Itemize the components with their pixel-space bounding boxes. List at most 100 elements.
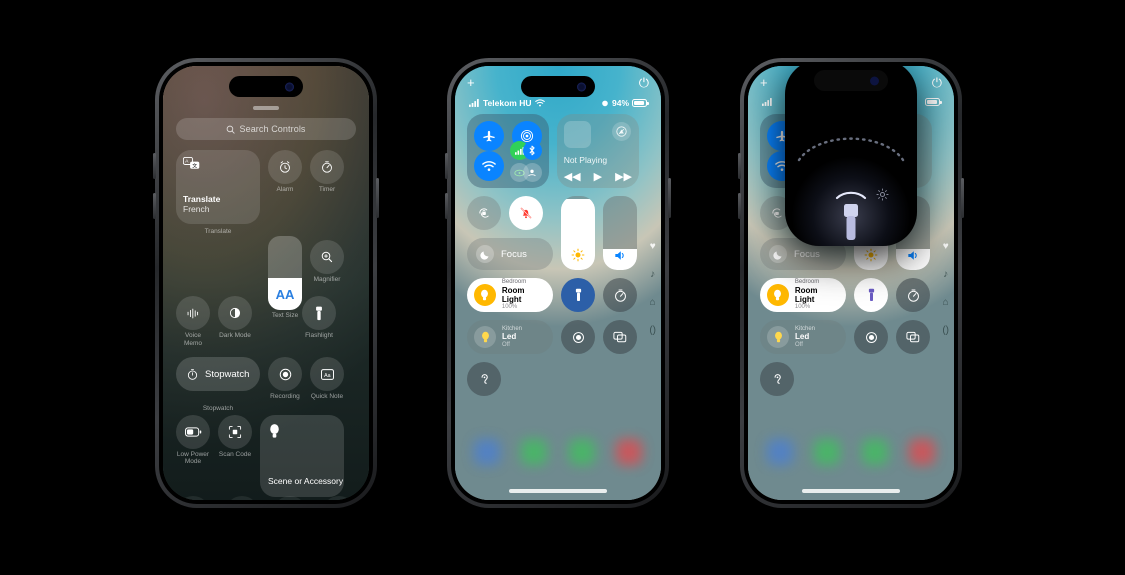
- heart-icon[interactable]: ♥: [650, 241, 656, 252]
- bottom-control-2[interactable]: [224, 496, 259, 500]
- stopwatch-label: Stopwatch: [205, 368, 250, 380]
- control-translate[interactable]: A 文 Translate French: [176, 150, 260, 224]
- bottom-control-3[interactable]: [273, 496, 308, 500]
- speaker-icon: [906, 249, 920, 265]
- home-accessory-kitchen[interactable]: Kitchen Led Off: [760, 320, 846, 354]
- airplane-mode-toggle[interactable]: [474, 121, 504, 151]
- hearing-tile[interactable]: [467, 362, 501, 396]
- screen-mirroring-tile[interactable]: [896, 320, 930, 354]
- rotation-lock-toggle[interactable]: [467, 196, 501, 230]
- home-indicator[interactable]: [509, 489, 607, 493]
- search-icon: [227, 125, 236, 134]
- bottom-control-4[interactable]: [321, 496, 356, 500]
- home-accessory-kitchen[interactable]: Kitchen Led Off: [467, 320, 553, 354]
- sheet-grabber[interactable]: [253, 106, 279, 110]
- next-track-button[interactable]: ▶▶: [615, 170, 632, 183]
- signal-bars-icon: [762, 98, 772, 106]
- media-module[interactable]: Not Playing ◀◀ ▶ ▶▶: [556, 114, 639, 188]
- bulb-icon: [474, 326, 496, 348]
- wifi-toggle[interactable]: [474, 151, 504, 181]
- play-button[interactable]: ▶: [594, 170, 602, 183]
- scan-code-icon: [228, 425, 242, 438]
- accessory-state: 100%: [501, 304, 518, 311]
- timer-tile[interactable]: [896, 278, 930, 312]
- control-label-recording: Recording: [270, 393, 300, 401]
- control-scan-code[interactable]: [218, 414, 252, 449]
- add-control-button[interactable]: +: [467, 75, 475, 91]
- translate-caption: Translate: [204, 228, 232, 235]
- control-recording[interactable]: [268, 357, 302, 392]
- control-magnifier[interactable]: [310, 240, 344, 274]
- bottom-control-1[interactable]: [176, 496, 210, 500]
- stopwatch-caption: Stopwatch: [202, 404, 234, 412]
- bulb-icon: [767, 326, 789, 348]
- flashlight-icon: [575, 288, 581, 301]
- home-accessory-bedroom[interactable]: Bedroom Room Light 100%: [760, 278, 846, 312]
- music-note-icon[interactable]: ♪: [943, 269, 948, 280]
- control-voice-memo[interactable]: [176, 296, 210, 331]
- cc-row-3: Bedroom Room Light 100%: [760, 278, 932, 312]
- album-art: [563, 121, 591, 148]
- flashlight-icon: [835, 191, 867, 240]
- dynamic-island: [814, 70, 888, 91]
- control-quick-note[interactable]: Aa: [310, 357, 344, 392]
- hotspot-toggle[interactable]: [522, 163, 542, 182]
- screen-mirroring-tile[interactable]: [603, 320, 637, 354]
- cc-row-5: [760, 362, 932, 396]
- timer-icon: [322, 161, 332, 173]
- flashlight-tile[interactable]: [854, 278, 888, 312]
- add-control-button[interactable]: +: [760, 75, 768, 91]
- accessory-name: Room Light: [501, 285, 525, 304]
- accessory-name: Led: [795, 332, 810, 342]
- phone-3-screen: + ⏻ Focus Bedroom Room Light 100% Kitche…: [748, 66, 954, 500]
- home-icon[interactable]: ⌂: [650, 297, 656, 308]
- control-flashlight[interactable]: [302, 296, 336, 331]
- bulb-icon: [474, 284, 496, 306]
- camera-tile[interactable]: [561, 320, 595, 354]
- home-icon[interactable]: ⌂: [943, 297, 949, 308]
- home-accessory-bedroom[interactable]: Bedroom Room Light 100%: [467, 278, 553, 312]
- hearing-tile[interactable]: [760, 362, 794, 396]
- timer-tile[interactable]: [603, 278, 637, 312]
- volume-slider[interactable]: [603, 196, 637, 270]
- control-home-scene[interactable]: Scene or Accessory: [260, 414, 344, 497]
- heart-icon[interactable]: ♥: [943, 241, 949, 252]
- brightness-slider[interactable]: [561, 196, 595, 270]
- cc-row-5: [467, 362, 639, 396]
- camera-tile[interactable]: [854, 320, 888, 354]
- control-center-3: + ⏻ Focus Bedroom Room Light 100% Kitche…: [748, 66, 954, 500]
- controls-gallery-grid: A 文 Translate French Translate Alarm Tim…: [176, 150, 356, 500]
- bluetooth-toggle[interactable]: [522, 141, 542, 160]
- control-low-power-mode[interactable]: [176, 414, 210, 449]
- search-input[interactable]: Search Controls: [176, 118, 356, 140]
- music-note-icon[interactable]: ♪: [650, 269, 655, 280]
- gallery-row-c: Voice Memo Dark Mode Flashlight: [176, 296, 356, 347]
- phone-1-screen: Search Controls A 文 Translate French Tra…: [163, 66, 369, 500]
- connectivity-icon[interactable]: (): [649, 325, 656, 336]
- phone-3-bezel: + ⏻ Focus Bedroom Room Light 100% Kitche…: [744, 62, 958, 504]
- accessory-state: 100%: [794, 304, 811, 311]
- hearing-icon: [481, 373, 488, 384]
- control-timer[interactable]: [310, 150, 344, 184]
- bulb-icon: [767, 284, 789, 306]
- previous-track-button[interactable]: ◀◀: [564, 170, 581, 183]
- focus-label: Focus: [794, 248, 820, 260]
- control-stopwatch[interactable]: Stopwatch: [176, 357, 260, 392]
- silent-mode-toggle[interactable]: [509, 196, 543, 230]
- connectivity-icon[interactable]: (): [942, 325, 949, 336]
- airplay-icon[interactable]: [612, 122, 631, 141]
- cc-page-rail: ♥ ♪ ⌂ (): [942, 241, 949, 336]
- power-button[interactable]: ⏻: [932, 75, 942, 91]
- wifi-icon: [534, 99, 545, 107]
- phone-1-frame: Search Controls A 文 Translate French Tra…: [153, 58, 379, 508]
- front-camera-lens: [285, 82, 294, 91]
- flashlight-tile[interactable]: [561, 278, 595, 312]
- cc-modules: Not Playing ◀◀ ▶ ▶▶ Focus Bedroom Room L…: [467, 114, 639, 396]
- home-indicator[interactable]: [802, 489, 900, 493]
- power-button[interactable]: ⏻: [639, 75, 649, 91]
- flashlight-popup[interactable]: [785, 66, 917, 246]
- focus-module[interactable]: Focus: [467, 238, 553, 270]
- control-alarm[interactable]: [268, 150, 302, 184]
- control-dark-mode[interactable]: [218, 296, 252, 331]
- accessory-name: Room Light: [794, 285, 818, 304]
